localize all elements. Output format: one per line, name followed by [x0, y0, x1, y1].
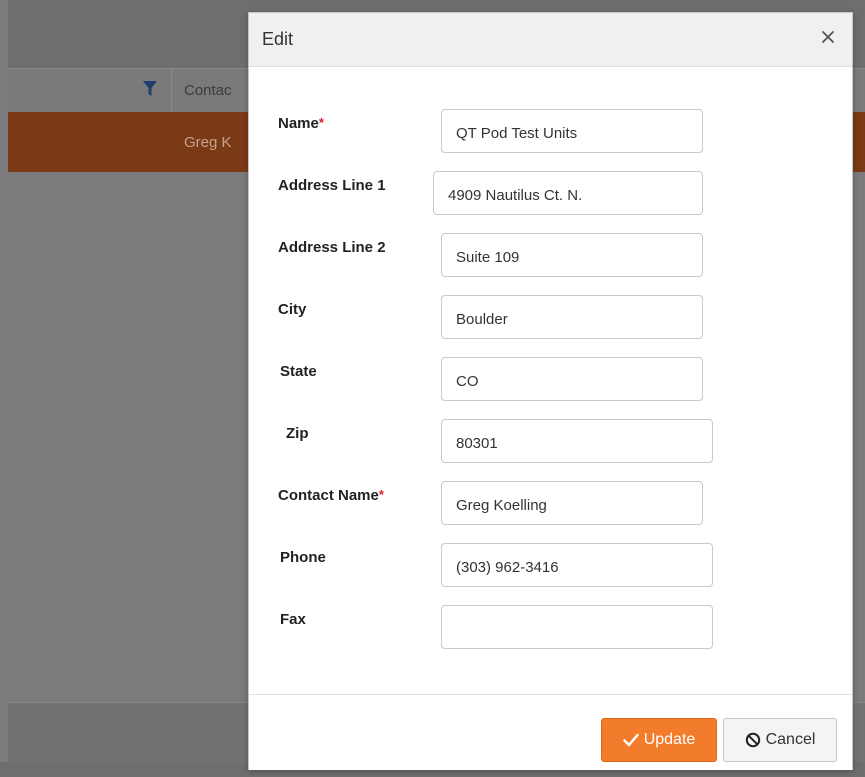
- fax-label: Fax: [280, 611, 306, 628]
- name-input[interactable]: [441, 109, 703, 153]
- name-label-text: Name: [278, 115, 319, 132]
- contact-name-label-text: Contact Name: [278, 487, 379, 504]
- update-button-label: Update: [643, 731, 696, 748]
- dialog-titlebar: Edit: [249, 13, 852, 67]
- address-line-2-input[interactable]: [441, 233, 703, 277]
- filter-icon[interactable]: [143, 80, 157, 98]
- edit-dialog: Edit Name* Address Line 1 Address Line 2…: [248, 12, 853, 770]
- required-marker: *: [318, 115, 324, 130]
- name-label: Name*: [278, 115, 324, 132]
- close-icon[interactable]: [818, 27, 838, 47]
- address-line-1-label: Address Line 1: [278, 177, 386, 194]
- fax-input[interactable]: [441, 605, 713, 649]
- city-input[interactable]: [441, 295, 703, 339]
- grid-cell-contact: Greg K: [184, 134, 232, 151]
- cancel-circle-icon: [745, 732, 760, 748]
- contact-name-input[interactable]: [441, 481, 703, 525]
- cancel-button-label: Cancel: [765, 731, 816, 748]
- zip-input[interactable]: [441, 419, 713, 463]
- phone-input[interactable]: [441, 543, 713, 587]
- column-header-contact[interactable]: Contac: [184, 82, 232, 99]
- state-input[interactable]: [441, 357, 703, 401]
- contact-name-label: Contact Name*: [278, 487, 384, 504]
- cancel-button[interactable]: Cancel: [723, 718, 837, 762]
- zip-label: Zip: [286, 425, 309, 442]
- city-label: City: [278, 301, 307, 318]
- phone-label: Phone: [280, 549, 326, 566]
- update-button[interactable]: Update: [601, 718, 717, 762]
- state-label: State: [280, 363, 317, 380]
- address-line-1-input[interactable]: [433, 171, 703, 215]
- checkmark-icon: [623, 733, 639, 747]
- dialog-title: Edit: [262, 29, 294, 49]
- required-marker: *: [378, 487, 384, 502]
- address-line-2-label: Address Line 2: [278, 239, 386, 256]
- dialog-footer: Update Cancel: [249, 694, 852, 770]
